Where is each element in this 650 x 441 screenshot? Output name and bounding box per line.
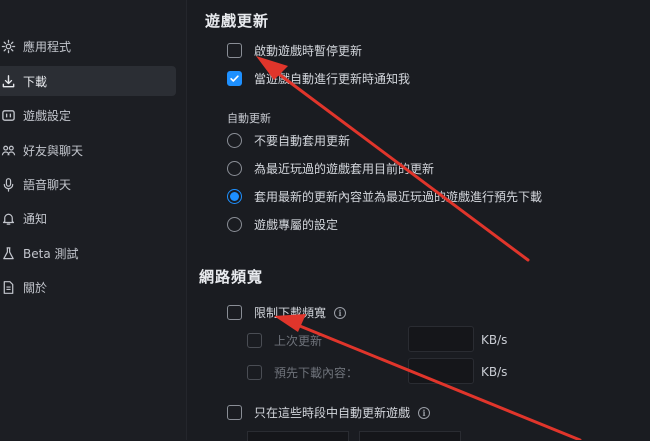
last-update-limit-label: 上次更新 (274, 334, 323, 348)
pause-on-launch-option[interactable]: 啟動遊戲時暫停更新 (227, 42, 362, 59)
microphone-icon (0, 176, 16, 192)
sidebar-item-apps[interactable]: 應用程式 (0, 31, 176, 61)
sidebar-item-beta[interactable]: Beta 測試 (0, 238, 176, 268)
limit-download-option[interactable]: 限制下載頻寬 i (227, 304, 347, 321)
auto-update-option-never[interactable]: 不要自動套用更新 (227, 132, 350, 149)
predownload-limit-label: 預先下載內容： (274, 366, 359, 380)
schedule-option[interactable]: 只在這些時段中自動更新遊戲 i (227, 404, 431, 421)
predownload-limit-input[interactable] (408, 358, 474, 384)
auto-update-option-label: 套用最新的更新內容並為最近玩過的遊戲進行預先下載 (254, 190, 543, 204)
info-icon[interactable]: i (418, 406, 431, 419)
predownload-limit-checkbox[interactable] (247, 365, 262, 380)
sidebar-item-friends-chat[interactable]: 好友與聊天 (0, 135, 176, 165)
sidebar-item-label: 下載 (23, 74, 48, 89)
limit-download-checkbox[interactable] (227, 305, 242, 320)
checkmark-icon (230, 75, 239, 82)
sidebar-item-label: 關於 (23, 280, 48, 295)
schedule-checkbox[interactable] (227, 405, 242, 420)
document-icon (0, 279, 16, 295)
predownload-limit-unit: KB/s (481, 365, 508, 379)
sidebar: 應用程式 下載 遊戲設定 好友與聊天 語音聊天 通知 Beta 測試 關於 (0, 0, 187, 440)
sidebar-item-game-settings[interactable]: 遊戲設定 (0, 100, 176, 130)
notify-auto-update-label: 當遊戲自動進行更新時通知我 (254, 72, 411, 86)
pause-on-launch-label: 啟動遊戲時暫停更新 (254, 44, 363, 58)
auto-update-option-label: 遊戲專屬的設定 (254, 218, 339, 232)
last-update-limit-option[interactable]: 上次更新 (247, 332, 322, 349)
gear-icon (0, 38, 16, 54)
sidebar-item-label: 遊戲設定 (23, 108, 72, 123)
sidebar-item-label: 語音聊天 (23, 177, 72, 192)
notify-auto-update-checkbox[interactable] (227, 71, 242, 86)
auto-update-radio-per-game[interactable] (227, 217, 242, 232)
auto-update-radio-predownload[interactable] (227, 189, 242, 204)
settings-panel: 遊戲更新 啟動遊戲時暫停更新 當遊戲自動進行更新時通知我 自動更新 不要自動套用… (187, 0, 650, 441)
flask-icon (0, 245, 16, 261)
notify-auto-update-option[interactable]: 當遊戲自動進行更新時通知我 (227, 70, 410, 87)
friends-icon (0, 142, 16, 158)
sidebar-item-voice-chat[interactable]: 語音聊天 (0, 169, 176, 199)
auto-update-option-recent[interactable]: 為最近玩過的遊戲套用目前的更新 (227, 160, 434, 177)
predownload-limit-option[interactable]: 預先下載內容： (247, 364, 358, 381)
sidebar-item-downloads[interactable]: 下載 (0, 66, 176, 96)
info-icon[interactable]: i (334, 306, 347, 319)
section-title-network-bandwidth: 網路頻寬 (199, 268, 264, 286)
sidebar-item-label: 應用程式 (23, 39, 72, 54)
auto-update-option-label: 不要自動套用更新 (254, 134, 351, 148)
bell-icon (0, 210, 16, 226)
last-update-limit-input[interactable] (408, 326, 474, 352)
auto-update-radio-recent[interactable] (227, 161, 242, 176)
auto-update-subtitle: 自動更新 (227, 112, 271, 125)
schedule-label: 只在這些時段中自動更新遊戲 (254, 406, 411, 420)
sidebar-item-notifications[interactable]: 通知 (0, 203, 176, 233)
section-title-game-updates: 遊戲更新 (205, 12, 270, 30)
last-update-limit-checkbox[interactable] (247, 333, 262, 348)
auto-update-option-predownload[interactable]: 套用最新的更新內容並為最近玩過的遊戲進行預先下載 (227, 188, 542, 205)
sidebar-item-label: 通知 (23, 211, 48, 226)
sidebar-item-label: Beta 測試 (23, 246, 79, 261)
sidebar-item-label: 好友與聊天 (23, 143, 84, 158)
sidebar-item-about[interactable]: 關於 (0, 272, 176, 302)
download-icon (0, 73, 16, 89)
gamepad-icon (0, 107, 16, 123)
limit-download-label: 限制下載頻寬 (254, 306, 327, 320)
auto-update-option-per-game[interactable]: 遊戲專屬的設定 (227, 216, 338, 233)
auto-update-option-label: 為最近玩過的遊戲套用目前的更新 (254, 162, 435, 176)
last-update-limit-unit: KB/s (481, 333, 508, 347)
auto-update-radio-never[interactable] (227, 133, 242, 148)
pause-on-launch-checkbox[interactable] (227, 43, 242, 58)
